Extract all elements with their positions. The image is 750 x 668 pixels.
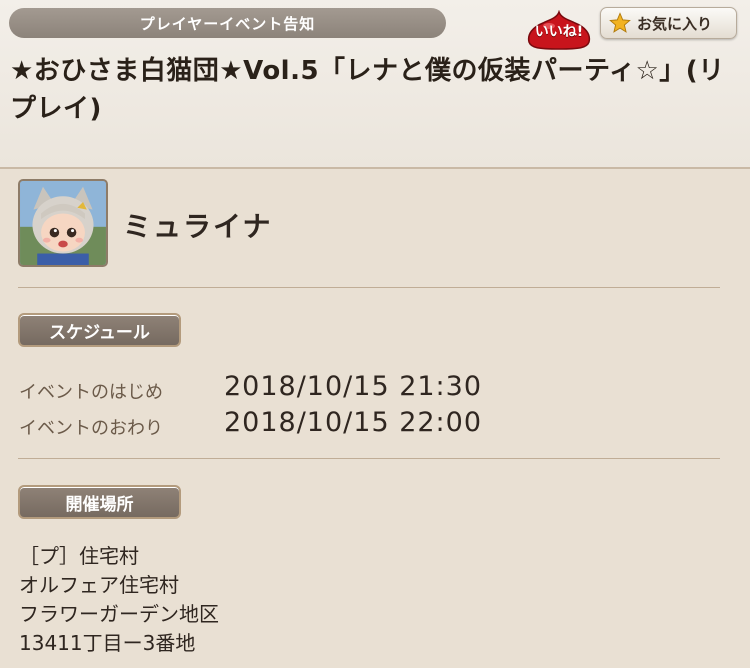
venue-section-label: 開催場所	[18, 485, 181, 519]
address-line: フラワーガーデン地区	[19, 602, 219, 626]
address-line: ［プ］住宅村	[19, 544, 139, 568]
start-label: イベントのはじめ	[19, 382, 163, 403]
avatar-image	[20, 181, 106, 265]
event-title: ★おひさま白猫団★Vol.5「レナと僕の仮装パーティ☆」(リプレイ)	[10, 56, 725, 124]
divider	[18, 287, 720, 288]
favorite-label: お気に入り	[637, 14, 713, 33]
avatar[interactable]	[18, 179, 108, 267]
address-line: オルフェア住宅村	[19, 573, 179, 597]
star-icon	[609, 12, 631, 33]
address-line: 13411丁目ー3番地	[19, 631, 196, 655]
player-name: ミュライナ	[123, 210, 273, 243]
end-label: イベントのおわり	[19, 418, 163, 439]
favorite-button[interactable]: お気に入り	[600, 7, 737, 39]
event-header: プレイヤーイベント告知 いいね! お気に入り ★おひさま白猫団★Vol.5「レナ…	[0, 0, 750, 169]
end-value: 2018/10/15 22:00	[224, 407, 483, 438]
iine-button[interactable]: いいね!	[525, 10, 593, 50]
start-value: 2018/10/15 21:30	[224, 371, 483, 402]
schedule-section-label: スケジュール	[18, 313, 181, 347]
category-pill: プレイヤーイベント告知	[9, 8, 446, 38]
divider	[18, 458, 720, 459]
iine-label: いいね!	[534, 24, 584, 40]
